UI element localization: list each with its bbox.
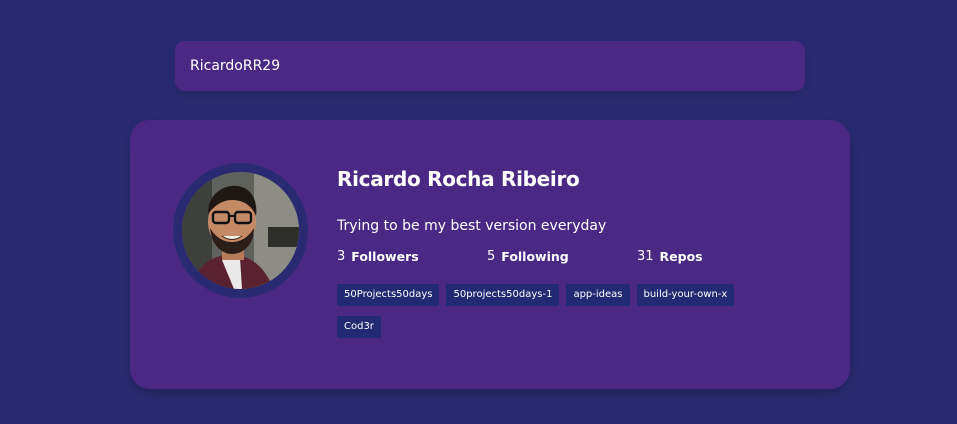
- stat-followers: 3 Followers: [337, 249, 487, 264]
- followers-count: 3: [337, 248, 346, 264]
- avatar-photo: [182, 172, 299, 289]
- repo-link[interactable]: Cod3r: [337, 316, 381, 338]
- user-stats: 3 Followers 5 Following 31 Repos: [337, 246, 817, 266]
- followers-label: Followers: [351, 248, 419, 264]
- repos-label: Repos: [659, 248, 703, 264]
- search-input[interactable]: [175, 41, 805, 91]
- following-label: Following: [501, 248, 569, 264]
- repo-link[interactable]: build-your-own-x: [636, 284, 735, 306]
- user-info: Ricardo Rocha Ribeiro Trying to be my be…: [337, 160, 817, 348]
- user-card: Ricardo Rocha Ribeiro Trying to be my be…: [130, 120, 850, 389]
- user-bio: Trying to be my best version everyday: [337, 218, 607, 234]
- avatar: [173, 163, 308, 298]
- repo-list: 50Projects50days 50projects50days-1 app-…: [337, 284, 767, 348]
- stat-repos: 31 Repos: [637, 249, 787, 264]
- repo-link[interactable]: app-ideas: [566, 284, 630, 306]
- repo-link[interactable]: 50Projects50days: [337, 284, 440, 306]
- repos-count: 31: [637, 248, 654, 264]
- user-name: Ricardo Rocha Ribeiro: [337, 167, 580, 191]
- search-form: [175, 41, 805, 91]
- stat-following: 5 Following: [487, 249, 637, 264]
- repo-link[interactable]: 50projects50days-1: [446, 284, 560, 306]
- following-count: 5: [487, 248, 496, 264]
